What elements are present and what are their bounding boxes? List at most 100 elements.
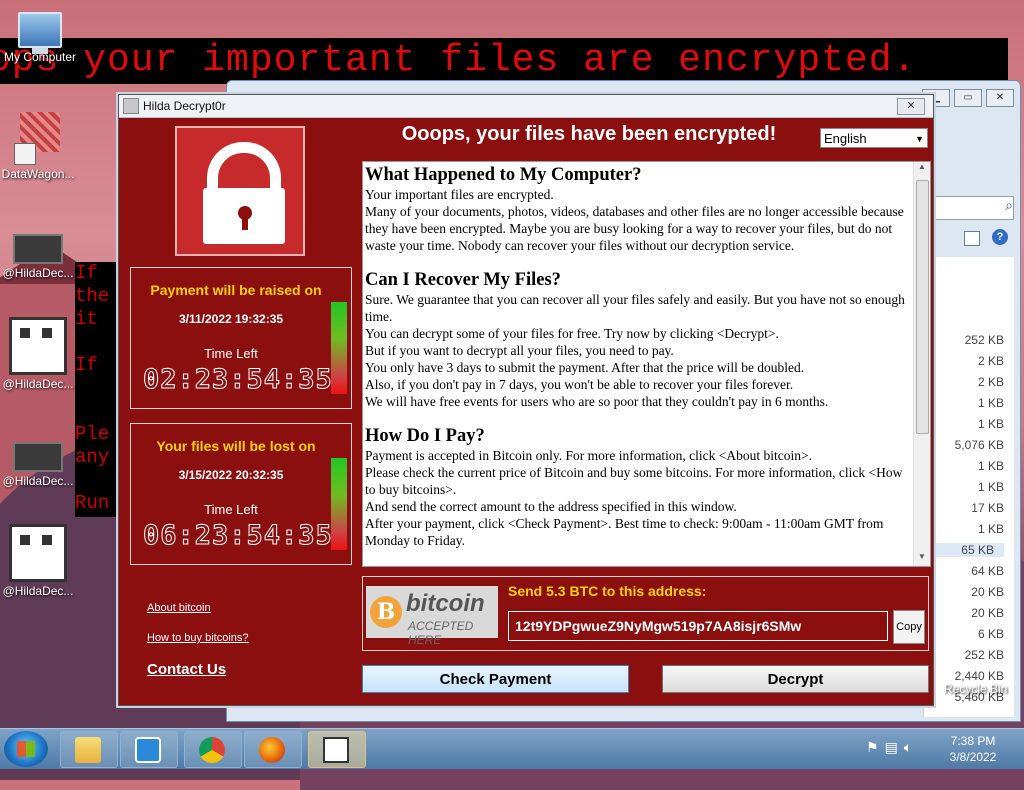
hilda-decryptor-icon (13, 442, 63, 472)
explorer-search-input[interactable]: ⌕ (932, 196, 1014, 220)
file-size-cell[interactable]: 64 KB (971, 564, 1004, 578)
countdown-timer: 06:23:54:35 (143, 520, 333, 552)
paragraph: Please check the current price of Bitcoi… (365, 465, 903, 497)
file-size-cell[interactable]: 1 KB (978, 417, 1004, 431)
hilda-decryptor-icon (13, 234, 63, 264)
desktop-icon-hilda-2[interactable]: @HildaDec... (0, 317, 76, 391)
window-controls: ▁ ▭ ✕ (922, 89, 1014, 107)
file-size-cell[interactable]: 1 KB (978, 480, 1004, 494)
file-size-cell[interactable]: 2 KB (978, 375, 1004, 389)
padlock-icon (175, 126, 305, 256)
about-bitcoin-link[interactable]: About bitcoin (147, 602, 211, 614)
ransom-banner: ops your important files are encrypted. (0, 38, 1008, 84)
payment-raise-panel: Payment will be raised on 3/11/2022 19:3… (130, 267, 352, 409)
scroll-down-icon[interactable]: ▼ (914, 552, 930, 566)
flag-icon[interactable]: ⚑ (866, 739, 885, 755)
contact-us-link[interactable]: Contact Us (147, 661, 226, 678)
close-button[interactable]: ✕ (897, 98, 925, 115)
desktop-icon-label: @HildaDec... (2, 377, 74, 391)
desktop-icon-hilda-4[interactable]: @HildaDec... (0, 524, 76, 598)
taskbar-app-chrome[interactable] (184, 731, 242, 768)
scroll-thumb[interactable] (916, 180, 929, 434)
firefox-icon (259, 737, 285, 763)
file-size-cell[interactable]: 20 KB (971, 585, 1004, 599)
check-payment-button[interactable]: Check Payment (362, 665, 629, 693)
hilda-decryptor-window[interactable]: Hilda Decrypt0r ✕ Ooops, your files have… (118, 94, 934, 706)
file-size-cell[interactable]: 20 KB (971, 606, 1004, 620)
panel-date: 3/11/2022 19:32:35 (178, 312, 284, 326)
hilda-dog-icon (9, 317, 67, 375)
vertical-scrollbar[interactable]: ▲ ▼ (913, 162, 930, 566)
file-size-cell[interactable]: 5,076 KB (955, 438, 1004, 452)
taskbar-app-hilda[interactable] (308, 731, 366, 768)
logo-word: bitcoin (406, 590, 485, 617)
file-size-cell[interactable]: 1 KB (978, 396, 1004, 410)
desktop-icon-hilda-1[interactable]: @HildaDec... (0, 234, 76, 280)
chevron-down-icon: ▼ (915, 134, 924, 144)
file-size-cell[interactable]: 252 KB (965, 333, 1004, 347)
clock-date: 3/8/2022 (949, 750, 997, 764)
computer-icon (18, 12, 62, 54)
headline: Ooops, your files have been encrypted! (401, 123, 777, 145)
start-button[interactable] (4, 731, 48, 767)
system-tray[interactable]: ⚑▤🔈︎ (866, 739, 918, 756)
desktop-icon-hilda-3[interactable]: @HildaDec... (0, 442, 76, 488)
media-player-icon (135, 737, 161, 763)
copy-button[interactable]: Copy (893, 610, 925, 644)
taskbar-app-explorer[interactable] (60, 731, 118, 768)
recycle-bin-label[interactable]: Recycle Bin (944, 682, 1007, 696)
window-titlebar[interactable]: Hilda Decrypt0r ✕ (119, 95, 933, 118)
paragraph: And send the correct amount to the addre… (365, 499, 737, 514)
file-size-cell[interactable]: 6 KB (978, 627, 1004, 641)
desktop-icon-label: DataWagon... (1, 167, 75, 181)
paragraph: We will have free events for users who a… (365, 394, 829, 409)
language-select[interactable]: English ▼ (820, 128, 928, 148)
maximize-button[interactable]: ▭ (954, 89, 982, 107)
taskbar-app-media[interactable] (120, 731, 178, 768)
send-amount-label: Send 5.3 BTC to this address: (508, 583, 707, 599)
bitcoin-address-field[interactable]: 12t9YDPgwueZ9NyMgw519p7AA8isjr6SMw (508, 611, 888, 641)
search-icon: ⌕ (1005, 197, 1013, 213)
desktop-icon-label: @HildaDec... (2, 584, 74, 598)
file-size-cell[interactable]: 65 KB (924, 543, 1004, 557)
file-size-cell[interactable]: 252 KB (965, 648, 1004, 662)
window-title: Hilda Decrypt0r (143, 99, 226, 113)
volume-icon[interactable]: 🔈︎ (904, 739, 918, 755)
how-to-buy-link[interactable]: How to buy bitcoins? (147, 632, 249, 644)
file-size-cell[interactable]: 2 KB (978, 354, 1004, 368)
file-list[interactable]: 252 KB 2 KB 2 KB 1 KB 1 KB 5,076 KB 1 KB 1 KB 17… (923, 257, 1014, 717)
hilda-dog-icon (9, 524, 67, 582)
close-button[interactable]: ✕ (986, 89, 1014, 107)
desktop-icon-my-computer[interactable]: My Computer (2, 12, 78, 64)
paragraph: Payment is accepted in Bitcoin only. For… (365, 448, 813, 463)
time-progress-bar (331, 458, 347, 550)
decrypt-button[interactable]: Decrypt (662, 665, 929, 693)
paragraph: But if you want to decrypt all your file… (365, 343, 674, 358)
paragraph: After your payment, click <Check Payment… (365, 516, 884, 548)
scroll-up-icon[interactable]: ▲ (914, 162, 930, 176)
bitcoin-icon: B (370, 596, 402, 628)
panel-date: 3/15/2022 20:32:35 (178, 468, 284, 482)
taskbar-app-firefox[interactable] (244, 731, 302, 768)
paragraph: You can decrypt some of your files for f… (365, 326, 779, 341)
paragraph: Your important files are encrypted. (365, 187, 554, 202)
section-heading: What Happened to My Computer? (365, 165, 642, 185)
paragraph: Many of your documents, photos, videos, … (365, 204, 904, 253)
shortcut-icon (14, 143, 36, 165)
preview-pane-icon[interactable] (964, 231, 980, 246)
message-textbox[interactable]: What Happened to My Computer? Your impor… (362, 161, 931, 567)
paragraph: Sure. We guarantee that you can recover … (365, 292, 905, 324)
file-size-cell[interactable]: 2,440 KB (955, 669, 1004, 683)
section-heading: Can I Recover My Files? (365, 270, 561, 290)
bitcoin-accepted-logo: B bitcoin ACCEPTED HERE (366, 586, 498, 647)
clock[interactable]: 7:38 PM 3/8/2022 (938, 733, 1008, 765)
ransom-terminal: If the it If Ple any Run (75, 262, 120, 517)
help-icon[interactable]: ? (992, 229, 1008, 245)
file-size-cell[interactable]: 1 KB (978, 522, 1004, 536)
file-size-cell[interactable]: 17 KB (971, 501, 1004, 515)
network-icon[interactable]: ▤ (885, 739, 904, 755)
desktop-icon-label: @HildaDec... (2, 266, 74, 280)
desktop-icon-datawagon[interactable]: DataWagon... (0, 143, 76, 181)
file-size-cell[interactable]: 1 KB (978, 459, 1004, 473)
time-left-label: Time Left (204, 502, 258, 517)
